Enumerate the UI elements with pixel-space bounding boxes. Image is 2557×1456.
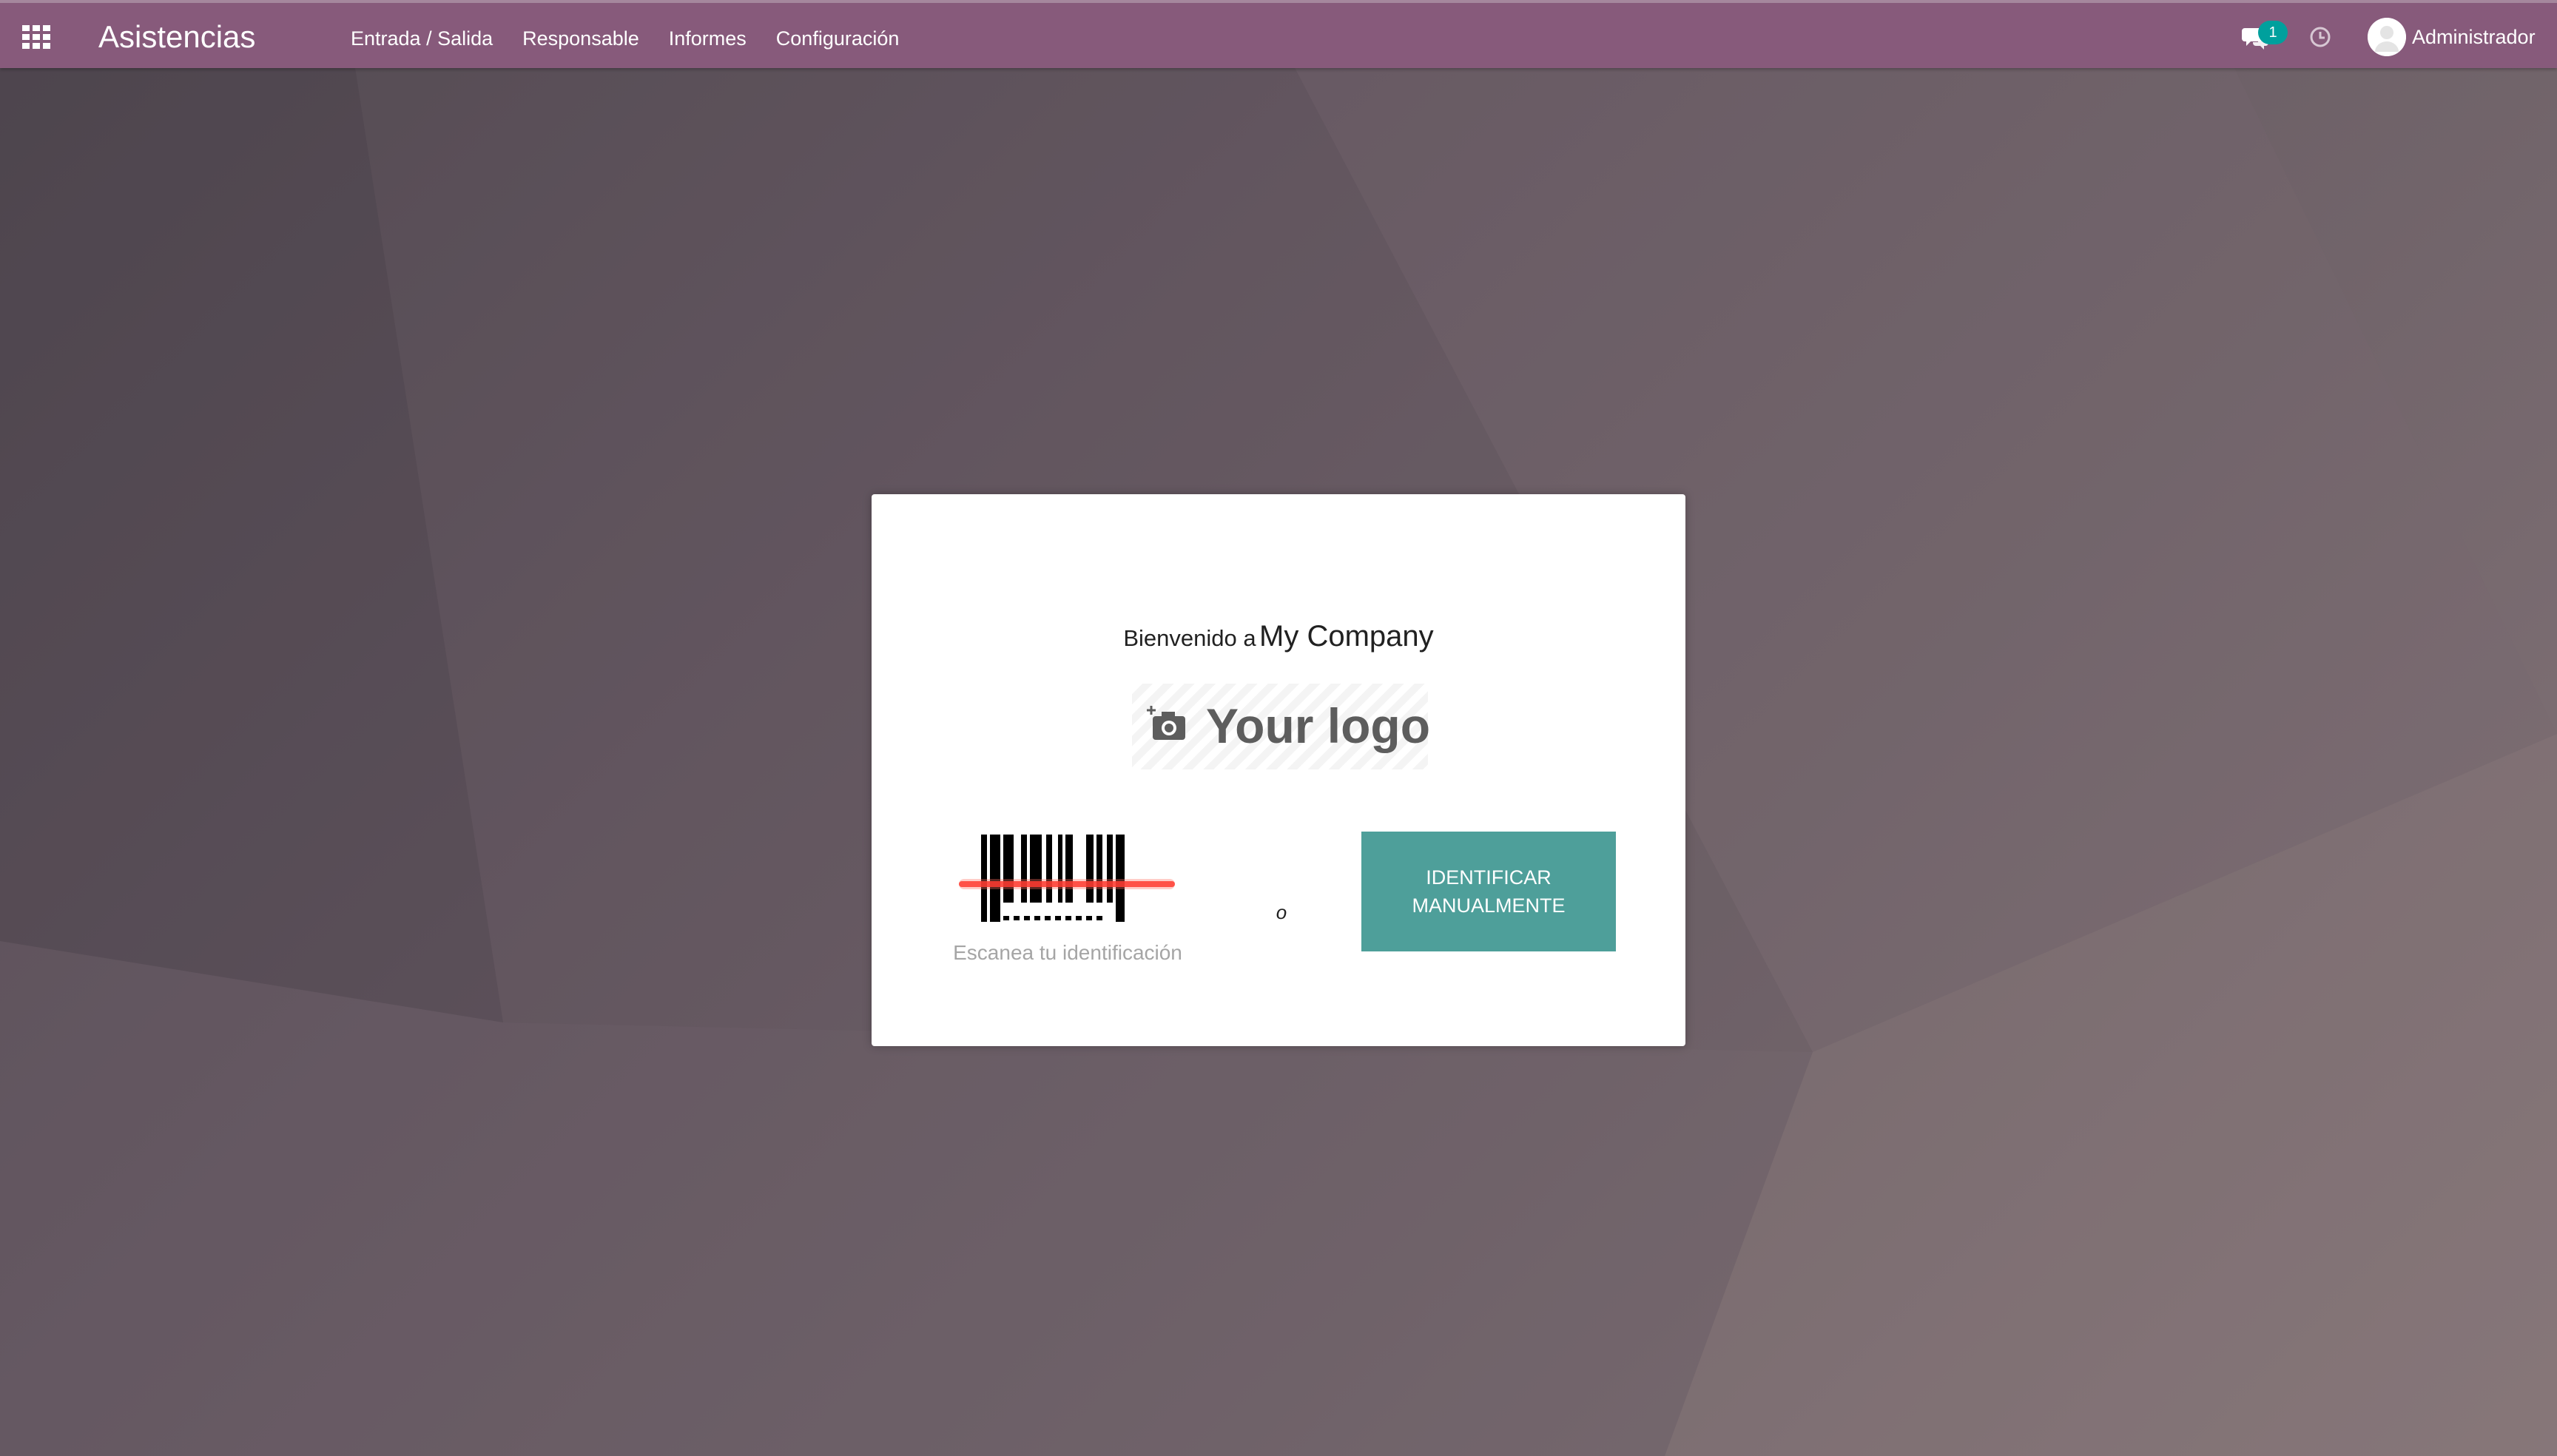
- company-logo-placeholder[interactable]: Your logo: [1132, 684, 1431, 769]
- apps-grid-icon[interactable]: [21, 22, 52, 52]
- top-navbar: Asistencias Entrada / Salida Responsable…: [0, 0, 2557, 68]
- clock-icon[interactable]: [2308, 25, 2332, 49]
- welcome-prefix: Bienvenido a: [1123, 625, 1256, 651]
- barcode-scanner-icon: [959, 835, 1175, 922]
- menu-item-responsable[interactable]: Responsable: [522, 24, 639, 53]
- welcome-message: Bienvenido a My Company: [872, 620, 1685, 653]
- menu-item-configuracion[interactable]: Configuración: [776, 24, 900, 53]
- identify-manually-button[interactable]: IDENTIFICAR MANUALMENTE: [1361, 832, 1616, 951]
- user-silhouette-icon: [2368, 18, 2406, 56]
- logo-placeholder-text: Your logo: [1206, 698, 1431, 753]
- or-separator: o: [1276, 901, 1287, 923]
- menu-item-entrada-salida[interactable]: Entrada / Salida: [351, 24, 493, 53]
- user-name: Administrador: [2412, 25, 2536, 48]
- main-menu: Entrada / Salida Responsable Informes Co…: [351, 24, 899, 53]
- chat-count-badge: 1: [2258, 21, 2288, 44]
- menu-item-informes[interactable]: Informes: [669, 24, 747, 53]
- company-name: My Company: [1259, 620, 1434, 653]
- avatar: [2368, 18, 2406, 56]
- scan-badge-label: Escanea tu identificación: [953, 941, 1182, 964]
- app-title[interactable]: Asistencias: [98, 18, 255, 56]
- camera-plus-icon: [1147, 706, 1185, 740]
- user-menu[interactable]: Administrador: [2368, 18, 2536, 56]
- kiosk-card: Bienvenido a My Company Your logo Escane…: [872, 494, 1685, 1046]
